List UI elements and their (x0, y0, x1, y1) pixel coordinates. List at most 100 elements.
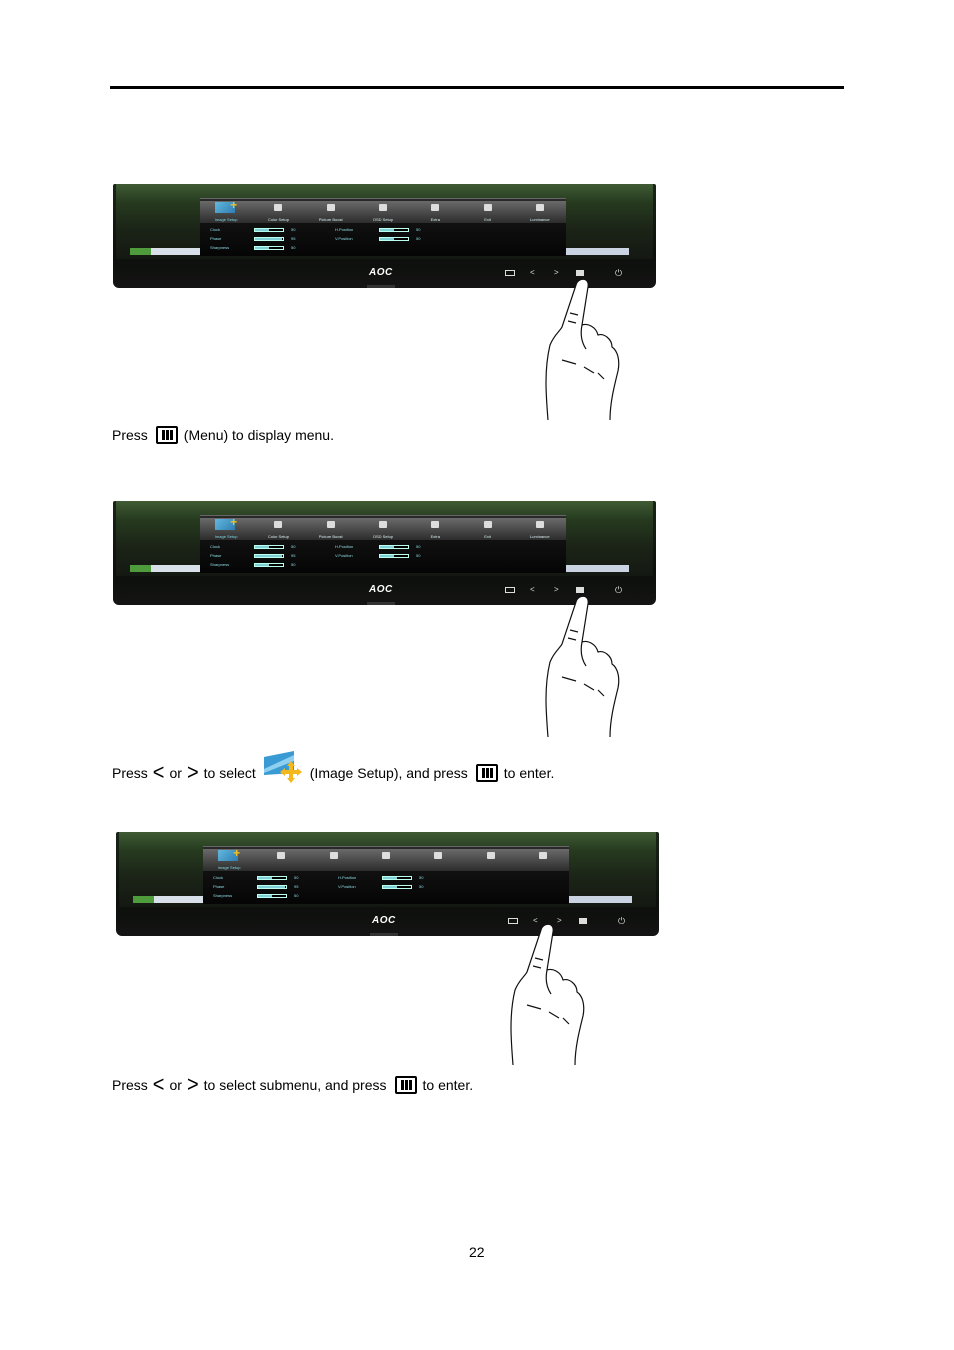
osd-item-label: Sharpness (213, 893, 233, 898)
stand-notch (367, 285, 395, 288)
luminance-icon (535, 521, 544, 528)
osd-tab-label: Image Setup (214, 217, 238, 222)
osd-tab-luminance (520, 849, 566, 871)
chevron-left-icon: < (152, 1072, 165, 1098)
osd-menu: Image Setup Color Setup Picture Boost OSD S… (200, 198, 566, 256)
osd-item-slider-fill (380, 228, 394, 231)
osd-item-slider (379, 236, 409, 241)
osd-item-label: V.Position (338, 884, 356, 889)
brand-logo: AOC (369, 267, 393, 278)
osd-item-sharpness: Sharpness 50 (213, 892, 298, 899)
osd-tab-color-setup: Color Setup (255, 201, 301, 223)
osd-tab-exit (468, 849, 514, 871)
osd-item-label: Clock (210, 544, 221, 549)
osd-item-vposition: V.Position 50 (335, 552, 420, 559)
source-auto-button[interactable] (505, 270, 515, 276)
luminance-icon (535, 204, 544, 211)
picture-boost-icon (329, 852, 338, 859)
osd-item-slider (379, 553, 409, 558)
step-text: to select submenu, and press (203, 1077, 387, 1093)
osd-tab-label: Extra (430, 217, 440, 222)
osd-item-value: 50 (291, 245, 296, 250)
osd-item-hposition: H.Position 50 (335, 543, 420, 550)
osd-item-value: 50 (419, 884, 424, 889)
osd-item-value: 50 (294, 893, 299, 898)
osd-item-phase: Phase 95 (210, 235, 295, 242)
osd-item-slider-fill (258, 876, 272, 879)
exit-icon (483, 521, 492, 528)
osd-tab-label: Luminance (530, 534, 550, 539)
osd-item-slider (379, 544, 409, 549)
osd-item-value: 50 (294, 875, 299, 880)
osd-tab-extra: Extra (412, 518, 458, 540)
osd-tab-luminance: Luminance (517, 518, 563, 540)
osd-item-value: 50 (416, 553, 421, 558)
left-button[interactable]: < (530, 586, 535, 594)
osd-item-value: 50 (416, 544, 421, 549)
osd-menu: Image Setup Clock50Phase95Sharpness50H.P… (203, 846, 569, 904)
osd-tab-picture-boost: Picture Boost (308, 518, 354, 540)
brand-logo: AOC (372, 915, 396, 926)
image-setup-icon (263, 751, 304, 783)
monitor-photo-step-2: Image Setup Color Setup Picture Boost OSD S… (113, 501, 656, 605)
osd-tab-label: Exit (484, 534, 491, 539)
osd-item-slider-fill (380, 237, 394, 240)
source-auto-button[interactable] (505, 587, 515, 593)
stand-notch (367, 602, 395, 605)
menu-key-icon (155, 426, 178, 444)
osd-tab-label: Image Setup (214, 534, 238, 539)
step-text: Press (112, 1077, 148, 1093)
taskbar-left (130, 565, 200, 572)
osd-item-slider (254, 236, 284, 241)
osd-item-label: H.Position (335, 227, 354, 232)
osd-item-phase: Phase 95 (210, 552, 295, 559)
osd-item-label: Clock (213, 875, 224, 880)
osd-item-slider (254, 562, 284, 567)
header-rule (110, 86, 844, 89)
luminance-icon (538, 852, 547, 859)
osd-item-value: 50 (419, 875, 424, 880)
extra-icon (434, 852, 443, 859)
step-text: to enter. (503, 765, 555, 781)
monitor-screen: Image Setup Color Setup Picture Boost OSD S… (116, 501, 653, 576)
taskbar-right (561, 248, 629, 255)
osd-item-vposition: V.Position 50 (338, 883, 423, 890)
osd-item-slider-fill (255, 554, 282, 557)
osd-tab-bar: Image Setup Color Setup Picture Boost OSD S… (200, 198, 566, 223)
osd-item-label: H.Position (335, 544, 354, 549)
menu-key-icon (475, 764, 498, 782)
image-setup-icon (215, 198, 237, 213)
page-number: 22 (469, 1244, 485, 1260)
osd-item-slider-fill (380, 554, 394, 557)
brand-logo: AOC (369, 584, 393, 595)
step-text: or (169, 765, 182, 781)
osd-item-slider-fill (255, 563, 269, 566)
chevron-right-icon: > (186, 1072, 199, 1098)
exit-icon (483, 204, 492, 211)
osd-item-slider-fill (255, 237, 282, 240)
step-text: to select (203, 765, 256, 781)
osd-item-value: 95 (291, 553, 296, 558)
color-setup-icon (274, 521, 283, 528)
step-text: (Menu) to display menu. (183, 427, 334, 443)
power-button[interactable]: ⏻ (618, 917, 625, 926)
osd-tab-label: Picture Boost (318, 534, 343, 539)
osd-item-sharpness: Sharpness 50 (210, 561, 295, 568)
osd-tab-label: Color Setup (267, 534, 289, 539)
osd-tab-image-setup: Image Setup (203, 515, 249, 540)
osd-item-value: 50 (416, 236, 421, 241)
osd-item-value: 95 (294, 884, 299, 889)
osd-item-label: Clock (210, 227, 221, 232)
osd-item-hposition: H.Position 50 (335, 226, 420, 233)
osd-item-value: 50 (416, 227, 421, 232)
pointing-hand-icon (545, 595, 620, 737)
osd-item-slider-fill (255, 246, 269, 249)
osd-item-slider (257, 875, 287, 880)
left-button[interactable]: < (530, 269, 535, 277)
osd-tab-exit: Exit (465, 201, 511, 223)
osd-tab-label: OSD Setup (372, 534, 394, 539)
osd-tab-color-setup (258, 849, 304, 871)
osd-tab-label: Image Setup (217, 865, 241, 870)
osd-tab-picture-boost (311, 849, 357, 871)
osd-item-slider (254, 227, 284, 232)
